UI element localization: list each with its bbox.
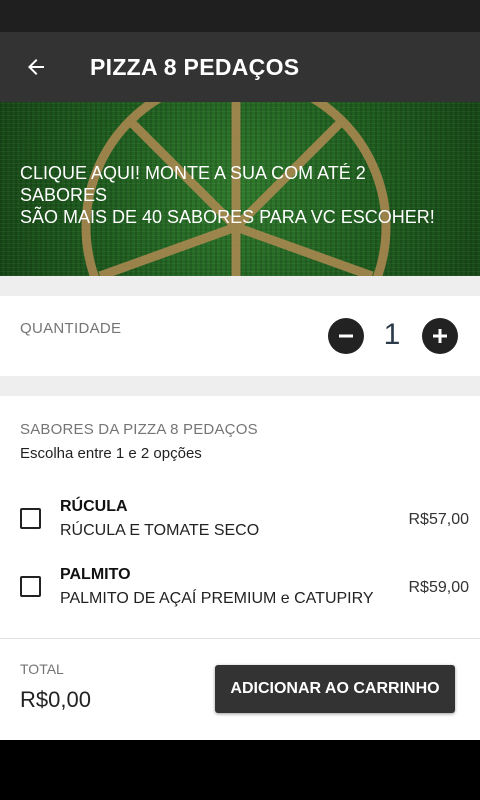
app-bar: PIZZA 8 PEDAÇOS xyxy=(0,32,480,102)
quantity-value: 1 xyxy=(383,318,401,351)
flavor-option-palmito[interactable]: PALMITO PALMITO DE AÇAÍ PREMIUM e CATUPI… xyxy=(0,562,480,622)
section-divider xyxy=(0,276,480,296)
flavors-title: SABORES DA PIZZA 8 PEDAÇOS xyxy=(20,421,258,438)
flavor-description: PALMITO DE AÇAÍ PREMIUM e CATUPIRY xyxy=(60,590,374,607)
increase-quantity-button[interactable] xyxy=(422,318,458,354)
banner-line-2: SABORES xyxy=(20,185,108,205)
total-value: R$0,00 xyxy=(20,687,91,712)
status-bar xyxy=(0,0,480,32)
flavor-price: R$57,00 xyxy=(408,511,470,528)
flavor-name: PALMITO xyxy=(60,566,131,583)
flavor-checkbox[interactable] xyxy=(20,508,41,529)
banner-line-3: SÃO MAIS DE 40 SABORES PARA VC ESCOHER! xyxy=(20,207,435,227)
arrow-left-icon xyxy=(28,59,44,75)
flavor-description: RÚCULA E TOMATE SECO xyxy=(60,522,260,539)
minus-icon xyxy=(339,334,353,338)
flavor-option-rucula[interactable]: RÚCULA RÚCULA E TOMATE SECO R$57,00 xyxy=(0,494,480,554)
flavor-price: R$59,00 xyxy=(408,579,470,596)
banner-text: CLIQUE AQUI! MONTE A SUA COM ATÉ 2 SABOR… xyxy=(20,162,470,228)
banner-line-1: CLIQUE AQUI! MONTE A SUA COM ATÉ 2 xyxy=(20,163,366,183)
quantity-section: QUANTIDADE 1 xyxy=(0,296,480,376)
system-nav-bar xyxy=(0,740,480,800)
flavors-subtitle: Escolha entre 1 e 2 opções xyxy=(20,445,202,462)
quantity-label: QUANTIDADE xyxy=(20,320,122,337)
cart-footer: TOTAL R$0,00 ADICIONAR AO CARRINHO xyxy=(0,638,480,740)
plus-icon xyxy=(433,329,447,343)
page-title: PIZZA 8 PEDAÇOS xyxy=(90,54,300,80)
back-button[interactable] xyxy=(14,45,58,89)
total-label: TOTAL xyxy=(20,661,64,677)
decrease-quantity-button[interactable] xyxy=(328,318,364,354)
add-to-cart-button[interactable]: ADICIONAR AO CARRINHO xyxy=(215,665,455,713)
flavor-name: RÚCULA xyxy=(60,498,128,515)
section-divider xyxy=(0,376,480,396)
flavor-checkbox[interactable] xyxy=(20,576,41,597)
promo-banner[interactable]: CLIQUE AQUI! MONTE A SUA COM ATÉ 2 SABOR… xyxy=(0,102,480,276)
flavors-section: SABORES DA PIZZA 8 PEDAÇOS Escolha entre… xyxy=(0,396,480,638)
